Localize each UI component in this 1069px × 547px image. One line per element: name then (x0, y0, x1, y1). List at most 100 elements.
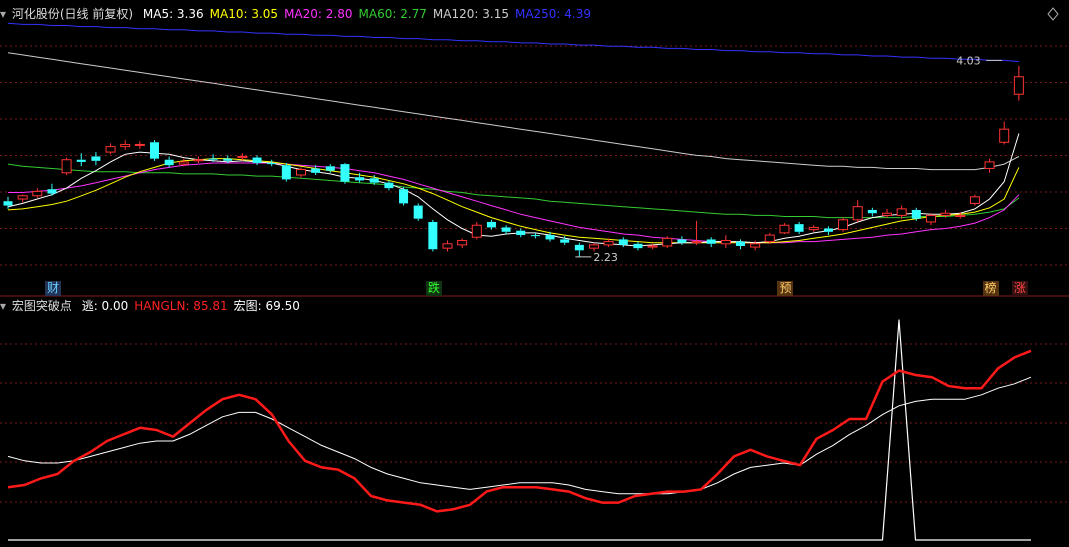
candle[interactable] (501, 225, 511, 234)
candle[interactable] (867, 207, 877, 217)
candle[interactable] (516, 228, 526, 238)
ma-indicator-0: MA5: 3.36 (142, 7, 204, 21)
candle[interactable] (662, 236, 673, 249)
tao-line (8, 319, 1031, 541)
candle[interactable] (691, 220, 702, 245)
price-annotation: 4.03 (956, 54, 981, 67)
candle[interactable] (720, 235, 731, 249)
ma20-line (8, 162, 1020, 244)
candle-body (677, 239, 687, 243)
ma5-line-group (7, 133, 1020, 247)
candle[interactable] (76, 153, 86, 167)
candle[interactable] (105, 143, 116, 155)
ma10-line-group (7, 158, 1020, 244)
candle-body (867, 209, 877, 214)
candle[interactable] (61, 157, 72, 176)
candle[interactable] (574, 242, 584, 257)
candle[interactable] (925, 213, 936, 226)
candle[interactable] (32, 188, 43, 198)
candle-body (76, 159, 86, 162)
candle[interactable] (736, 239, 745, 250)
dropdown-icon[interactable]: ▾ (0, 299, 6, 313)
ma20-line-group (8, 162, 1020, 244)
candle[interactable] (91, 152, 101, 166)
candle-body (516, 230, 526, 236)
candle[interactable] (969, 194, 980, 206)
signal-marker: 跌 (425, 281, 442, 296)
collapse-icon[interactable] (1047, 7, 1059, 21)
main-grid (0, 45, 1069, 266)
candle-body (852, 206, 863, 221)
candle-body (618, 239, 628, 245)
candle-body (999, 128, 1010, 143)
sub-indicator-0: 逃: 0.00 (81, 299, 129, 313)
dropdown-icon[interactable]: ▾ (0, 7, 6, 21)
candle[interactable] (413, 203, 423, 221)
candle[interactable] (633, 241, 643, 251)
candle[interactable] (120, 140, 131, 150)
candle-body (252, 157, 262, 164)
ma10-line (7, 158, 1020, 244)
ma60-line (7, 163, 1020, 219)
ma250-line (7, 22, 1019, 62)
candle[interactable] (164, 156, 174, 168)
candle[interactable] (267, 159, 277, 167)
candle[interactable] (706, 237, 716, 248)
candle[interactable] (486, 219, 496, 230)
candle[interactable] (428, 219, 438, 252)
candle-body (3, 201, 13, 206)
candle-body (545, 235, 555, 240)
ma-indicator-3: MA60: 2.77 (358, 7, 427, 21)
candle[interactable] (999, 121, 1010, 145)
kline-chart[interactable]: 4.03 2.23 (0, 0, 1069, 547)
sub-indicator-2: 宏图: 69.50 (233, 299, 300, 313)
signal-marker: 预 (777, 281, 794, 296)
candle-body (150, 142, 159, 159)
candle[interactable] (471, 221, 482, 240)
candle-body (355, 177, 365, 181)
candle[interactable] (852, 200, 863, 222)
candle[interactable] (984, 158, 995, 173)
candle[interactable] (838, 217, 849, 232)
candle[interactable] (340, 163, 350, 184)
ma250-line-group (7, 22, 1019, 62)
candle[interactable] (134, 141, 145, 149)
candle[interactable] (399, 187, 409, 206)
sub-grid (0, 343, 1069, 503)
candle-body (91, 156, 101, 161)
candle[interactable] (1013, 65, 1024, 101)
candle[interactable] (896, 205, 907, 219)
candle-body (17, 195, 28, 200)
candle[interactable] (193, 156, 204, 164)
ma-indicator-4: MA120: 3.15 (432, 7, 509, 21)
candle-body (32, 190, 43, 197)
candle[interactable] (3, 196, 13, 209)
candle-body (486, 221, 496, 228)
candle-body (764, 234, 775, 243)
candle[interactable] (823, 226, 833, 236)
candle[interactable] (150, 140, 159, 161)
candle[interactable] (47, 183, 57, 196)
candle-body (267, 163, 277, 165)
candle[interactable] (442, 240, 453, 252)
candle[interactable] (677, 236, 687, 245)
candle[interactable] (17, 194, 28, 203)
candle[interactable] (794, 221, 804, 234)
ma120-line (7, 52, 1020, 171)
candle-body (969, 196, 980, 204)
candle-body (340, 164, 350, 182)
candle[interactable] (252, 155, 262, 166)
candle-body (384, 182, 394, 189)
candle-body (911, 209, 921, 219)
candle[interactable] (457, 238, 468, 249)
candle-body (120, 143, 131, 148)
candle[interactable] (808, 225, 819, 232)
candle[interactable] (779, 223, 790, 234)
stock-title: 河化股份(日线 前复权) (11, 7, 134, 21)
candle-body (281, 165, 291, 180)
sub-lines-group (7, 319, 1032, 541)
main-header: ▾ 河化股份(日线 前复权) MA5: 3.36 MA10: 3.05 MA20: … (0, 6, 603, 22)
candle[interactable] (384, 180, 394, 191)
candle-body (838, 219, 849, 231)
candle[interactable] (281, 163, 291, 182)
